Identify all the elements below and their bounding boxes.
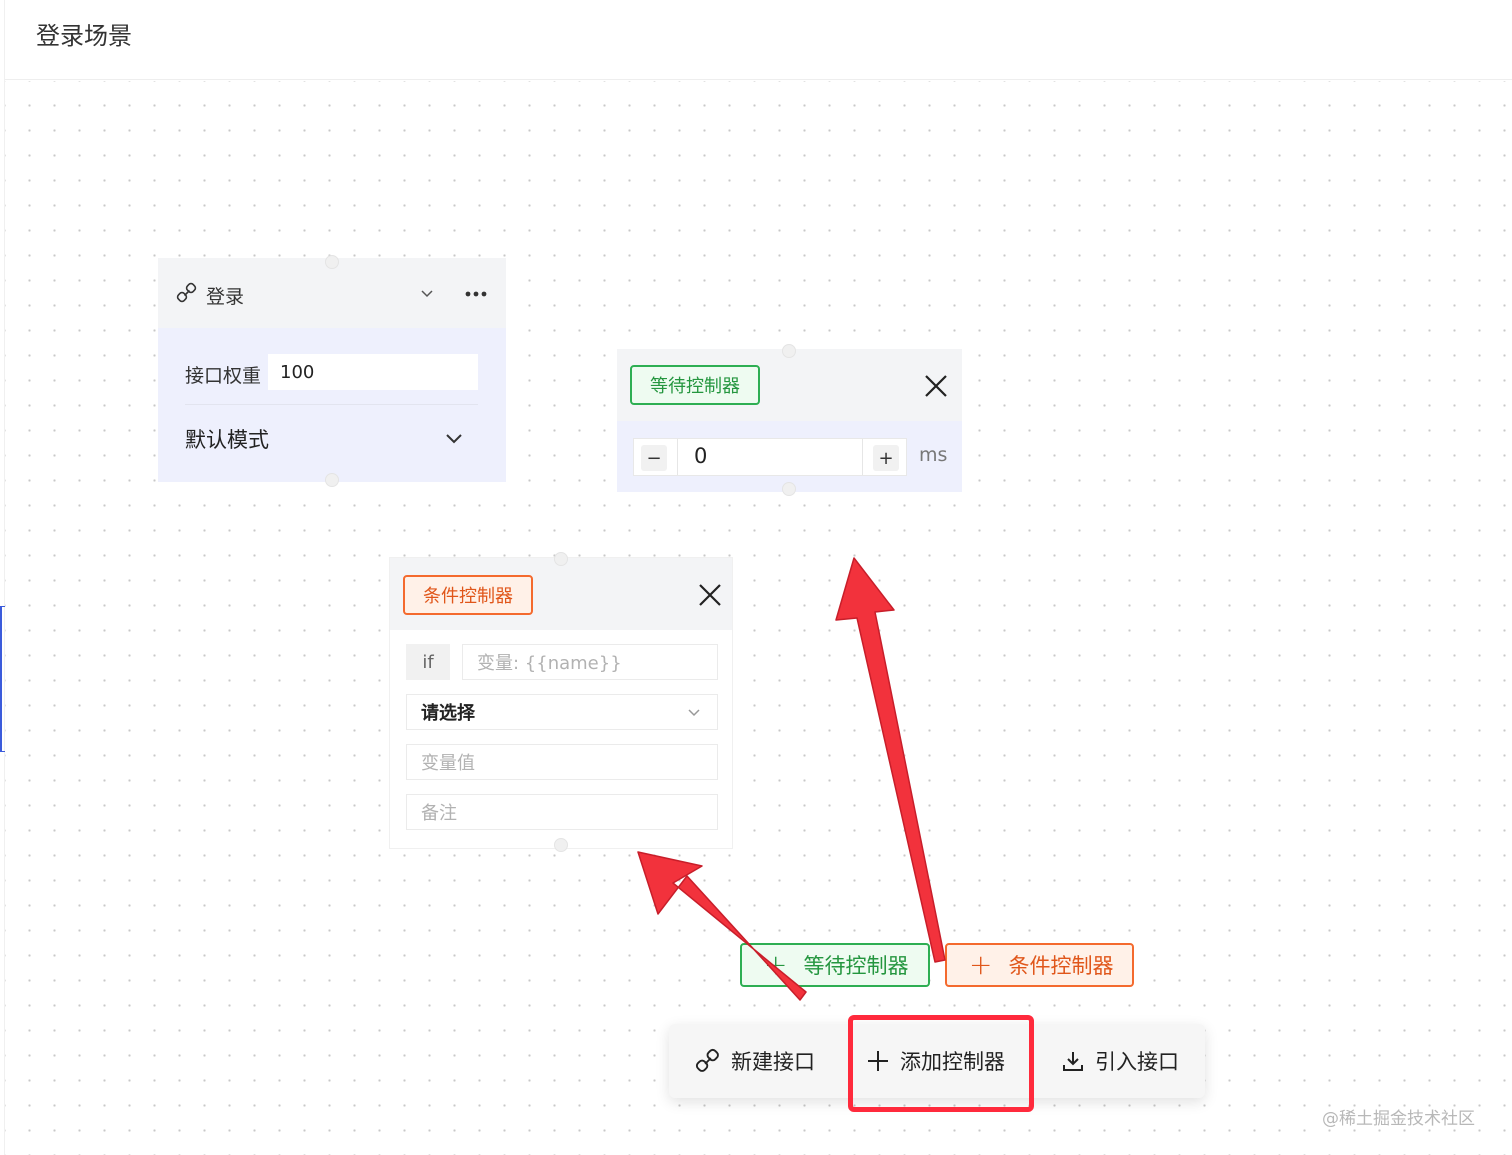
- chevron-down-icon: [688, 709, 700, 717]
- page-title: 登录场景: [36, 22, 132, 50]
- wait-controller-node[interactable]: 等待控制器 − 0 + ms: [617, 349, 962, 492]
- add-controller-button[interactable]: 添加控制器: [866, 1024, 1005, 1098]
- watermark: @稀土掘金技术社区: [1322, 1109, 1475, 1129]
- condition-controller-node[interactable]: 条件控制器 if 变量: {{name}} 请选择 变量值 备注: [389, 557, 733, 849]
- close-icon[interactable]: [696, 581, 724, 609]
- increment-button[interactable]: +: [873, 445, 899, 471]
- more-icon[interactable]: [463, 280, 493, 308]
- import-api-button[interactable]: 引入接口: [1061, 1024, 1179, 1098]
- operator-placeholder: 请选择: [421, 703, 475, 724]
- bottom-toolbar: 新建接口 添加控制器 引入接口: [669, 1024, 1205, 1098]
- download-icon: [1063, 1052, 1083, 1071]
- add-wait-controller-button[interactable]: + 等待控制器: [740, 943, 930, 987]
- add-condition-controller-button[interactable]: + 条件控制器: [945, 943, 1134, 987]
- wait-node-header[interactable]: 等待控制器: [617, 349, 962, 421]
- api-node-title: 登录: [206, 286, 245, 308]
- add-condition-controller-label: 条件控制器: [1008, 954, 1114, 978]
- variable-input[interactable]: 变量: {{name}}: [462, 644, 718, 680]
- new-api-button[interactable]: 新建接口: [695, 1024, 815, 1098]
- if-label: if: [406, 644, 450, 680]
- weight-label: 接口权重: [185, 365, 262, 387]
- connection-handle[interactable]: [782, 344, 796, 358]
- chevron-down-icon: [446, 434, 462, 444]
- connection-handle[interactable]: [554, 552, 568, 566]
- plus-icon: +: [764, 948, 788, 981]
- plus-icon: +: [969, 948, 993, 981]
- page-header: 登录场景: [0, 0, 1512, 80]
- divider: [185, 404, 478, 405]
- stepper-separator: [862, 439, 863, 475]
- plus-icon: [868, 1051, 888, 1071]
- connection-handle[interactable]: [782, 482, 796, 496]
- api-node-login[interactable]: 登录 接口权重 默认模式: [158, 258, 506, 482]
- variable-value-input[interactable]: 变量值: [406, 744, 718, 780]
- connection-handle[interactable]: [325, 473, 339, 487]
- wait-time-stepper[interactable]: − 0 +: [633, 438, 907, 476]
- condition-controller-tag: 条件控制器: [403, 575, 533, 615]
- note-input[interactable]: 备注: [406, 794, 718, 830]
- weight-input[interactable]: [268, 354, 478, 390]
- left-panel-marker: [0, 606, 5, 752]
- condition-node-header[interactable]: 条件控制器: [390, 558, 732, 630]
- wait-controller-tag: 等待控制器: [630, 365, 760, 405]
- mode-value: 默认模式: [185, 428, 269, 452]
- add-controller-label: 添加控制器: [900, 1050, 1005, 1074]
- close-icon[interactable]: [922, 372, 950, 400]
- chevron-down-icon[interactable]: [420, 286, 434, 300]
- link-icon: [176, 282, 197, 303]
- flow-canvas[interactable]: [5, 81, 1512, 1155]
- import-api-label: 引入接口: [1095, 1050, 1179, 1074]
- operator-select[interactable]: 请选择: [406, 694, 718, 730]
- mode-select[interactable]: 默认模式: [185, 420, 478, 456]
- link-icon: [695, 1048, 719, 1072]
- left-panel-edge: [0, 0, 5, 1155]
- wait-time-value[interactable]: 0: [694, 444, 707, 468]
- stepper-separator: [677, 439, 678, 475]
- add-wait-controller-label: 等待控制器: [803, 954, 909, 978]
- connection-handle[interactable]: [554, 838, 568, 852]
- connection-handle[interactable]: [325, 255, 339, 269]
- wait-time-unit: ms: [919, 444, 948, 466]
- new-api-label: 新建接口: [731, 1050, 815, 1074]
- decrement-button[interactable]: −: [641, 445, 667, 471]
